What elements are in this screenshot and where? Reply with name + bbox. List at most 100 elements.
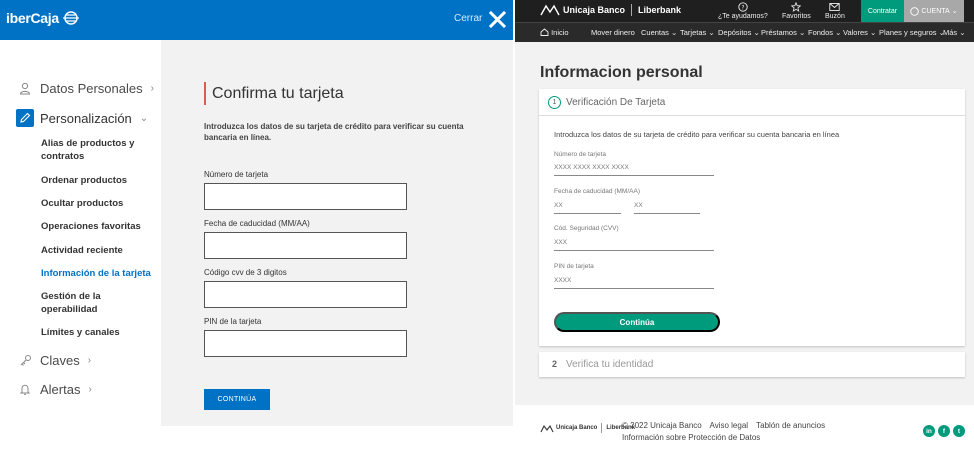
chevron-down-icon: ⌄ xyxy=(706,28,715,37)
logo-divider xyxy=(601,423,603,433)
nav-label: Cuentas xyxy=(641,28,669,37)
footer: Unicaja Banco Liberbank © 2022 Unicaja B… xyxy=(515,405,974,449)
main-nav: Inicio Mover dinero Cuentas ⌄ Tarjetas ⌄… xyxy=(515,22,974,42)
cvv-input[interactable]: XXX xyxy=(554,239,714,251)
sidebar-item-ocultar[interactable]: Ocultar productos xyxy=(41,197,159,210)
linkedin-icon[interactable]: in xyxy=(923,425,935,437)
help-label: ¿Te ayudamos? xyxy=(718,13,768,20)
unicaja-panel: Unicaja Banco Liberbank ? ¿Te ayudamos? … xyxy=(515,0,974,449)
home-icon xyxy=(540,28,549,36)
user-icon xyxy=(18,82,32,96)
star-icon xyxy=(791,2,802,12)
sidebar-item-limites[interactable]: Límites y canales xyxy=(41,326,159,339)
form-description: Introduzca los datos de su tarjeta de cr… xyxy=(554,130,840,139)
chevron-down-icon: ⌄ xyxy=(751,28,760,37)
sidebar-section-alertas[interactable]: Alertas › xyxy=(18,382,92,397)
pin-input[interactable] xyxy=(204,330,407,357)
nav-label: Fondos xyxy=(808,28,834,37)
ibercaja-header: iberCaja Cerrar xyxy=(0,0,513,40)
cvv-input[interactable] xyxy=(204,281,407,308)
help-icon: ? xyxy=(738,2,748,12)
expiry-year-input[interactable]: XX xyxy=(634,202,700,214)
form-description: Introduzca los datos de su tarjeta de cr… xyxy=(204,122,464,142)
nav-item-mas[interactable]: Más ⌄ xyxy=(943,28,966,37)
step-card-verification: 1 Verificación De Tarjeta Introduzca los… xyxy=(539,89,965,346)
sidebar-section-claves[interactable]: Claves › xyxy=(18,353,91,368)
expiry-month-input[interactable]: XX xyxy=(554,202,621,214)
sidebar-item-ordenar[interactable]: Ordenar productos xyxy=(41,174,159,187)
nav-label: Valores xyxy=(843,28,868,37)
mailbox-link[interactable]: Buzón xyxy=(825,2,845,20)
step-title: Verifica tu identidad xyxy=(566,359,654,370)
twitter-icon[interactable]: t xyxy=(953,425,965,437)
nav-item-planes[interactable]: Planes y seguros ⌄ xyxy=(879,28,945,37)
page-title: Informacion personal xyxy=(540,64,703,81)
sidebar: Datos Personales › Personalización ⌄ Ali… xyxy=(0,40,161,449)
step-header[interactable]: 1 Verificación De Tarjeta xyxy=(539,89,965,116)
facebook-icon[interactable]: f xyxy=(938,425,950,437)
sidebar-item-info-tarjeta[interactable]: Información de la tarjeta xyxy=(41,267,159,280)
chevron-right-icon: › xyxy=(150,83,154,94)
favorites-link[interactable]: Favoritos xyxy=(782,2,811,20)
continue-button[interactable]: CONTINÚA xyxy=(204,389,270,410)
pin-label: PIN de la tarjeta xyxy=(204,317,262,326)
liberbank-logo-text: Liberbank xyxy=(638,5,682,15)
ibercaja-logo-text: iberCaja xyxy=(6,10,59,26)
chevron-right-icon: › xyxy=(88,384,92,395)
logo-divider xyxy=(631,4,633,16)
nav-item-fondos[interactable]: Fondos ⌄ xyxy=(808,28,841,37)
sidebar-section-personalizacion[interactable]: Personalización ⌄ xyxy=(16,109,148,127)
mail-icon xyxy=(829,3,841,11)
svg-text:?: ? xyxy=(741,4,744,11)
sidebar-item-operabilidad[interactable]: Gestión de la operabilidad xyxy=(41,290,159,316)
nav-item-valores[interactable]: Valores ⌄ xyxy=(843,28,876,37)
cvv-label: Cód. Seguridad (CVV) xyxy=(554,225,619,232)
account-button[interactable]: CUENTA ⌄ xyxy=(904,0,964,22)
contract-button[interactable]: Contratar xyxy=(861,0,904,22)
footer-links: © 2022 Unicaja Banco Aviso legal Tablón … xyxy=(622,420,831,444)
close-label[interactable]: Cerrar xyxy=(454,13,482,24)
nav-item-prestamos[interactable]: Préstamos ⌄ xyxy=(761,28,805,37)
nav-label: Planes y seguros xyxy=(879,28,937,37)
expiry-input[interactable] xyxy=(204,232,407,259)
sidebar-section-label: Claves xyxy=(40,353,80,368)
nav-item-depositos[interactable]: Depósitos ⌄ xyxy=(718,28,760,37)
card-number-input[interactable] xyxy=(204,183,407,210)
close-icon[interactable] xyxy=(489,11,506,28)
continue-button[interactable]: Continúa xyxy=(554,312,720,332)
sidebar-item-alias[interactable]: Alias de productos y contratos xyxy=(41,137,159,163)
card-number-input[interactable]: XXXX XXXX XXXX XXXX xyxy=(554,164,714,176)
nav-item-mover-dinero[interactable]: Mover dinero xyxy=(591,28,635,37)
nav-item-inicio[interactable]: Inicio xyxy=(540,28,569,37)
expiry-label: Fecha de caducidad (MM/AA) xyxy=(204,219,310,228)
unicaja-logo-icon xyxy=(540,424,554,432)
privacy-link[interactable]: Información sobre Protección de Datos xyxy=(622,433,760,442)
chevron-down-icon: ⌄ xyxy=(833,28,842,37)
chevron-down-icon: ⌄ xyxy=(867,28,877,37)
expiry-label: Fecha de caducidad (MM/AA) xyxy=(554,188,640,195)
card-confirm-form: Confirma tu tarjeta Introduzca los datos… xyxy=(161,40,513,426)
nav-label: Préstamos xyxy=(761,28,797,37)
legal-link[interactable]: Aviso legal xyxy=(710,421,749,430)
board-link[interactable]: Tablón de anuncios xyxy=(756,421,825,430)
pin-input[interactable]: XXXX xyxy=(554,277,714,289)
step-number: 2 xyxy=(552,359,558,369)
chevron-down-icon: ⌄ xyxy=(957,28,966,37)
sidebar-item-actividad[interactable]: Actividad reciente xyxy=(41,244,159,257)
ibercaja-logo[interactable]: iberCaja xyxy=(6,10,80,26)
help-link[interactable]: ? ¿Te ayudamos? xyxy=(718,2,768,20)
sidebar-section-datos-personales[interactable]: Datos Personales › xyxy=(18,81,154,96)
nav-label: Depósitos xyxy=(718,28,752,37)
sidebar-section-label: Alertas xyxy=(40,382,81,397)
step-number: 1 xyxy=(548,96,561,109)
footer-logo: Unicaja Banco Liberbank xyxy=(540,423,635,433)
unicaja-logo[interactable]: Unicaja Banco Liberbank xyxy=(540,4,681,16)
chevron-right-icon: › xyxy=(87,355,92,366)
sidebar-item-favoritas[interactable]: Operaciones favoritas xyxy=(41,220,159,233)
mailbox-label: Buzón xyxy=(825,13,845,20)
copyright-text: © 2022 Unicaja Banco xyxy=(622,421,702,430)
nav-item-cuentas[interactable]: Cuentas ⌄ xyxy=(641,28,677,37)
nav-item-tarjetas[interactable]: Tarjetas ⌄ xyxy=(680,28,715,37)
nav-label: Más xyxy=(943,28,958,37)
step-card-identity[interactable]: 2 Verifica tu identidad xyxy=(539,352,965,377)
